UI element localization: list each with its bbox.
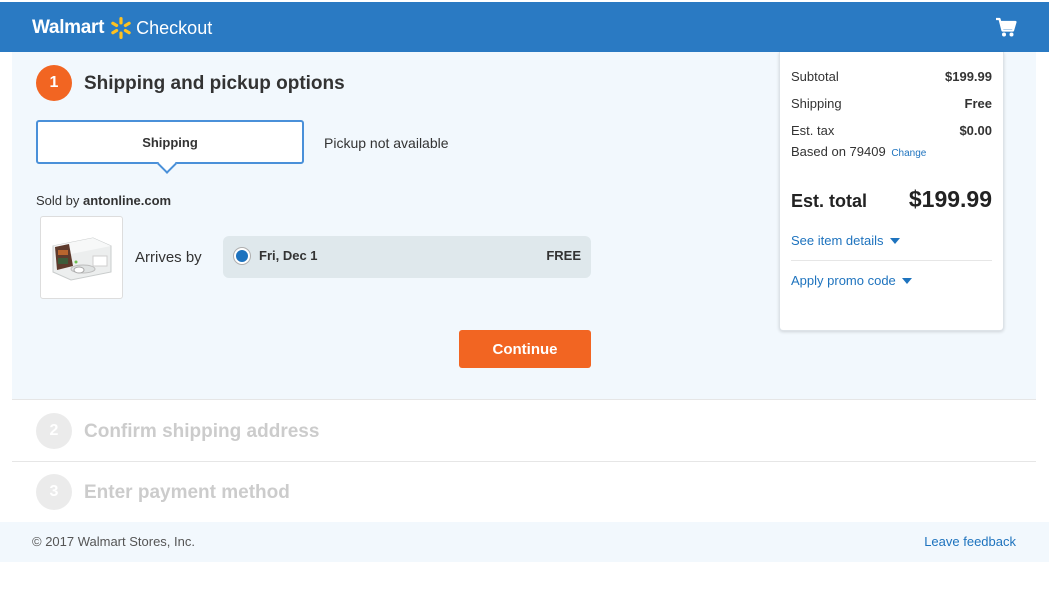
xbox-console-icon [52, 236, 111, 281]
cart-icon[interactable] [995, 16, 1017, 38]
subtotal-label: Subtotal [791, 69, 839, 84]
delivery-date: Fri, Dec 1 [259, 248, 318, 263]
footer: © 2017 Walmart Stores, Inc. Leave feedba… [0, 522, 1049, 562]
shipping-label: Shipping [791, 96, 842, 111]
apply-promo-code-link[interactable]: Apply promo code [791, 273, 912, 288]
shipping-value: Free [964, 96, 992, 111]
step-confirm-address[interactable]: 2 Confirm shipping address [12, 401, 1036, 462]
total-value: $199.99 [908, 186, 992, 212]
brand-name: Walmart [32, 17, 105, 38]
arrives-by-label: Arrives by [135, 249, 202, 266]
summary-divider [791, 260, 992, 261]
step-payment-method[interactable]: 3 Enter payment method [12, 462, 1036, 523]
item-details-label: See item details [791, 233, 884, 248]
est-total-row: Est. total $199.99 [791, 186, 992, 213]
tax-row: Est. tax $0.00 [791, 123, 992, 138]
seller-name: antonline.com [83, 193, 172, 208]
product-thumbnail[interactable] [40, 216, 123, 299]
subtotal-row: Subtotal $199.99 [791, 69, 992, 84]
delivery-radio[interactable] [233, 247, 251, 265]
sold-by: Sold by antonline.com [36, 193, 171, 208]
step-title: Enter payment method [84, 482, 290, 503]
continue-button[interactable]: Continue [459, 330, 591, 368]
pickup-unavailable-text: Pickup not available [324, 135, 449, 151]
shipping-row: Shipping Free [791, 96, 992, 111]
see-item-details-link[interactable]: See item details [791, 233, 900, 248]
promo-label: Apply promo code [791, 273, 896, 288]
chevron-down-icon [901, 277, 912, 284]
step-number-3: 3 [36, 474, 72, 510]
step-title: Confirm shipping address [84, 421, 320, 442]
step-number-2: 2 [36, 413, 72, 449]
leave-feedback-link[interactable]: Leave feedback [924, 534, 1016, 549]
delivery-option[interactable]: Fri, Dec 1 FREE [223, 236, 591, 278]
header-title: Checkout [136, 17, 213, 38]
chevron-down-icon [889, 237, 900, 244]
tax-label: Est. tax [791, 123, 835, 138]
total-label: Est. total [791, 191, 868, 211]
step-number-1: 1 [36, 65, 72, 101]
change-zip-link[interactable]: Change [891, 148, 926, 159]
walmart-logo[interactable]: Walmart Checkout [32, 16, 212, 40]
top-header: Walmart Checkout [0, 2, 1049, 52]
walmart-spark-icon [111, 17, 131, 39]
sold-by-label: Sold by [36, 193, 80, 208]
tax-value: $0.00 [959, 123, 992, 138]
copyright-text: © 2017 Walmart Stores, Inc. [32, 534, 195, 549]
subtotal-value: $199.99 [945, 69, 992, 84]
zip-text: Based on 79409 [791, 144, 886, 159]
delivery-price: FREE [546, 248, 581, 263]
order-summary: Subtotal $199.99 Shipping Free Est. tax … [779, 52, 1004, 331]
tax-zip-line: Based on 79409 Change [791, 144, 926, 159]
step-title: Shipping and pickup options [84, 73, 345, 94]
